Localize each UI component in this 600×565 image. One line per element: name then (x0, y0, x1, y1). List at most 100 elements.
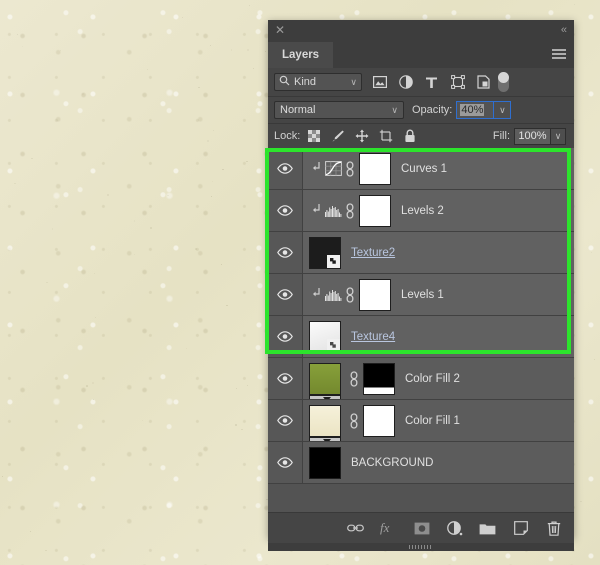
paper-speck (94, 316, 97, 319)
shape-icon[interactable] (450, 75, 465, 90)
brush-icon[interactable] (331, 129, 345, 143)
smart-object-icon[interactable] (476, 75, 491, 90)
paper-speck (246, 160, 249, 163)
panel-tabstrip: Layers (268, 42, 574, 68)
fill-control: 100% ∨ (514, 127, 566, 145)
fill-dropdown-icon[interactable]: ∨ (550, 127, 566, 145)
paper-speck (185, 347, 187, 349)
folder-icon[interactable] (479, 520, 496, 537)
table-row[interactable]: Levels 2 (268, 190, 574, 232)
svg-text:fx: fx (380, 521, 390, 535)
lock-icon[interactable] (403, 129, 417, 143)
layer-mask-thumbnail[interactable] (363, 404, 395, 437)
layer-thumbnail[interactable] (309, 320, 341, 353)
artboard-icon[interactable] (379, 129, 393, 143)
layer-row-body[interactable]: Texture4 (303, 316, 574, 357)
layer-name: Levels 1 (401, 288, 444, 301)
table-row[interactable]: Texture2 (268, 232, 574, 274)
layer-name: Color Fill 1 (405, 414, 460, 427)
panel-titlebar: ✕ « (268, 20, 574, 42)
layer-visibility-toggle[interactable] (268, 148, 303, 189)
new-layer-icon[interactable] (512, 520, 529, 537)
paper-speck (580, 500, 582, 502)
paper-speck (210, 44, 212, 47)
layer-row-body[interactable]: Curves 1 (303, 148, 574, 189)
layer-row-body[interactable]: Texture2 (303, 232, 574, 273)
panel-resize-grip[interactable] (268, 543, 574, 551)
table-row[interactable]: Curves 1 (268, 148, 574, 190)
paper-speck (206, 140, 209, 143)
fill-label: Fill: (492, 130, 510, 142)
table-row[interactable]: Levels 1 (268, 274, 574, 316)
paper-speck (147, 68, 148, 70)
adjustment-icon[interactable] (446, 520, 463, 537)
checkerboard-icon[interactable] (307, 129, 321, 143)
layer-visibility-toggle[interactable] (268, 442, 303, 483)
layer-mask-thumbnail[interactable] (359, 278, 391, 311)
layer-visibility-toggle[interactable] (268, 358, 303, 399)
paper-speck (59, 49, 62, 52)
layer-visibility-toggle[interactable] (268, 316, 303, 357)
paper-speck (92, 382, 95, 385)
paper-speck (45, 281, 48, 284)
link-icon[interactable] (347, 412, 361, 429)
layer-mask-thumbnail[interactable] (359, 194, 391, 227)
paper-speck (30, 530, 31, 532)
paper-speck (45, 549, 47, 551)
clipping-mask-icon (309, 287, 323, 303)
type-icon[interactable] (424, 75, 439, 90)
filter-icon-group (372, 75, 491, 90)
layer-visibility-toggle[interactable] (268, 400, 303, 441)
image-icon[interactable] (372, 75, 387, 90)
layer-visibility-toggle[interactable] (268, 274, 303, 315)
link-icon[interactable] (343, 286, 357, 303)
layer-thumbnail[interactable] (309, 362, 341, 399)
layer-thumbnail[interactable] (309, 404, 341, 441)
table-row[interactable]: Color Fill 1 (268, 400, 574, 442)
layer-row-body[interactable]: Levels 1 (303, 274, 574, 315)
layer-thumbnail[interactable] (309, 236, 341, 269)
clipping-mask-icon (309, 161, 323, 177)
layer-row-body[interactable]: Levels 2 (303, 190, 574, 231)
adjustment-icon[interactable] (398, 75, 413, 90)
layer-mask-thumbnail[interactable] (363, 362, 395, 395)
paper-speck (81, 92, 84, 95)
paper-speck (236, 387, 237, 389)
filter-kind-select[interactable]: Kind ∨ (274, 73, 362, 91)
paper-speck (14, 182, 16, 185)
link-icon[interactable] (343, 202, 357, 219)
table-row[interactable]: Texture4 (268, 316, 574, 358)
layer-row-body[interactable]: Color Fill 1 (303, 400, 574, 441)
layer-mask-thumbnail[interactable] (359, 152, 391, 185)
layer-row-body[interactable]: Color Fill 2 (303, 358, 574, 399)
filter-enable-toggle[interactable] (498, 72, 509, 92)
layer-row-body[interactable]: BACKGROUND (303, 442, 574, 483)
gradient-stop-bar (309, 436, 341, 441)
lock-label: Lock: (274, 130, 301, 142)
tab-layers[interactable]: Layers (268, 42, 334, 68)
close-icon[interactable]: ✕ (274, 24, 286, 36)
fill-input[interactable]: 100% (514, 127, 550, 145)
layer-name: Color Fill 2 (405, 372, 460, 385)
blend-mode-select[interactable]: Normal ∨ (274, 101, 404, 119)
opacity-input[interactable]: 40% (457, 102, 494, 118)
collapse-panel-icon[interactable]: « (561, 24, 567, 36)
layer-visibility-toggle[interactable] (268, 232, 303, 273)
move-icon[interactable] (355, 129, 369, 143)
layer-thumbnail[interactable] (309, 446, 341, 479)
trash-icon[interactable] (545, 520, 562, 537)
panel-menu-icon[interactable] (552, 49, 566, 61)
link-icon[interactable] (347, 520, 364, 537)
table-row[interactable]: BACKGROUND (268, 442, 574, 484)
add-mask-icon[interactable] (413, 520, 430, 537)
clipping-mask-icon (309, 203, 323, 219)
opacity-dropdown-icon[interactable]: ∨ (493, 102, 511, 118)
paper-speck (591, 251, 593, 253)
link-icon[interactable] (343, 160, 357, 177)
lock-icon-group (307, 129, 417, 143)
table-row[interactable]: Color Fill 2 (268, 358, 574, 400)
paper-speck (150, 227, 152, 229)
layer-visibility-toggle[interactable] (268, 190, 303, 231)
fx-icon[interactable]: fx (380, 520, 397, 537)
link-icon[interactable] (347, 370, 361, 387)
